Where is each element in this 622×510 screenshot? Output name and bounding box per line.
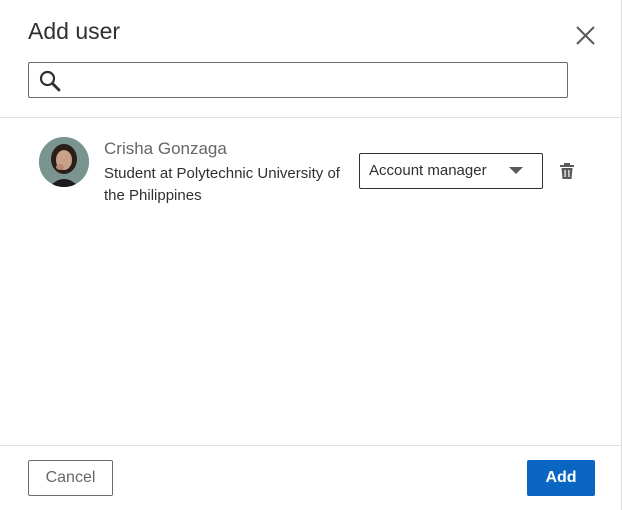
caret-down-icon: [509, 167, 523, 174]
dialog-header: Add user: [0, 0, 621, 118]
search-input[interactable]: [69, 63, 563, 99]
search-icon: [39, 70, 61, 92]
user-headline: Student at Polytechnic University of the…: [104, 165, 340, 204]
dialog-title: Add user: [28, 18, 121, 44]
dialog-footer: Cancel Add: [0, 445, 621, 510]
cancel-button[interactable]: Cancel: [28, 460, 113, 496]
add-button[interactable]: Add: [527, 460, 595, 496]
user-name: Crisha Gonzaga: [104, 139, 227, 158]
remove-user-button[interactable]: [557, 161, 577, 181]
close-button[interactable]: [570, 20, 602, 52]
close-icon: [576, 26, 595, 45]
role-selected-value: Account manager: [369, 162, 487, 179]
add-user-dialog: Add user Crisha Gonzaga Student at Polyt…: [0, 0, 622, 510]
avatar: [39, 137, 89, 187]
user-list-item: Crisha Gonzaga Student at Polytechnic Un…: [0, 117, 621, 217]
search-box: [28, 62, 568, 99]
trash-icon: [560, 163, 574, 179]
role-dropdown[interactable]: Account manager: [359, 153, 543, 189]
